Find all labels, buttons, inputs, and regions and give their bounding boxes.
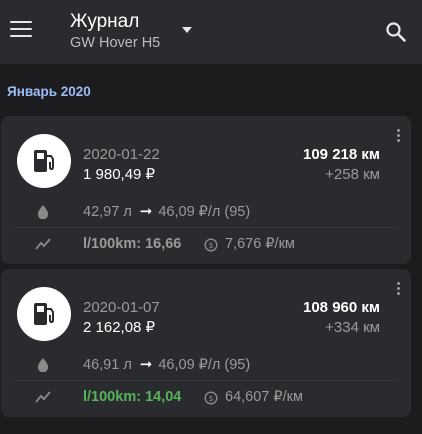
droplet-icon <box>37 358 49 372</box>
distance-delta: +258 км <box>325 166 380 183</box>
entry-date: 2020-01-07 <box>83 299 160 316</box>
trending-icon <box>35 391 51 403</box>
month-header: Январь 2020 <box>7 84 91 99</box>
divider <box>15 380 397 381</box>
entry-date: 2020-01-22 <box>83 146 160 163</box>
fuel-entry-card[interactable]: 2020-01-07 2 162,08 ₽ 108 960 км +334 км… <box>1 269 411 417</box>
fuel-pump-icon <box>34 303 54 325</box>
svg-text:$: $ <box>208 394 213 403</box>
app-bar: Журнал GW Hover H5 <box>0 0 422 64</box>
coin-icon: $ <box>204 391 218 405</box>
vehicle-name: GW Hover H5 <box>70 35 161 51</box>
fuel-volume: 42,97 л <box>83 204 132 220</box>
odometer-value: 108 960 км <box>303 299 380 316</box>
fuel-pump-avatar <box>17 287 71 341</box>
fuel-price: 46,09 ₽/л (95) <box>158 357 251 373</box>
arrow-right-icon: ➞ <box>139 356 153 373</box>
cost-per-km: 64,607 ₽/км <box>225 389 303 405</box>
fuel-entry-card[interactable]: 2020-01-22 1 980,49 ₽ 109 218 км +258 км… <box>1 116 411 264</box>
fuel-price: 46,09 ₽/л (95) <box>158 204 251 220</box>
more-options-icon[interactable] <box>397 129 401 144</box>
fuel-pump-icon <box>34 150 54 172</box>
search-icon[interactable] <box>384 20 408 44</box>
menu-icon[interactable] <box>10 21 32 39</box>
divider <box>15 227 397 228</box>
fuel-consumption: l/100km: 14,04 <box>83 389 182 405</box>
vehicle-selector[interactable]: Журнал GW Hover H5 <box>70 11 160 52</box>
fuel-volume-price: 46,91 л ➞ 46,09 ₽/л (95) <box>83 355 250 373</box>
dropdown-icon[interactable] <box>182 27 192 33</box>
entry-cost: 2 162,08 ₽ <box>83 319 156 336</box>
fuel-consumption: l/100km: 16,66 <box>83 236 182 252</box>
page-title: Журнал <box>70 11 140 32</box>
droplet-icon <box>37 205 49 219</box>
coin-icon: $ <box>204 238 218 252</box>
arrow-right-icon: ➞ <box>139 203 153 220</box>
cost-per-km: 7,676 ₽/км <box>225 236 295 252</box>
entry-cost: 1 980,49 ₽ <box>83 166 156 183</box>
fuel-volume: 46,91 л <box>83 357 132 373</box>
more-options-icon[interactable] <box>397 282 401 297</box>
odometer-value: 109 218 км <box>303 146 380 163</box>
distance-delta: +334 км <box>325 319 380 336</box>
fuel-pump-avatar <box>17 134 71 188</box>
svg-text:$: $ <box>208 241 213 250</box>
fuel-volume-price: 42,97 л ➞ 46,09 ₽/л (95) <box>83 202 250 220</box>
trending-icon <box>35 238 51 250</box>
